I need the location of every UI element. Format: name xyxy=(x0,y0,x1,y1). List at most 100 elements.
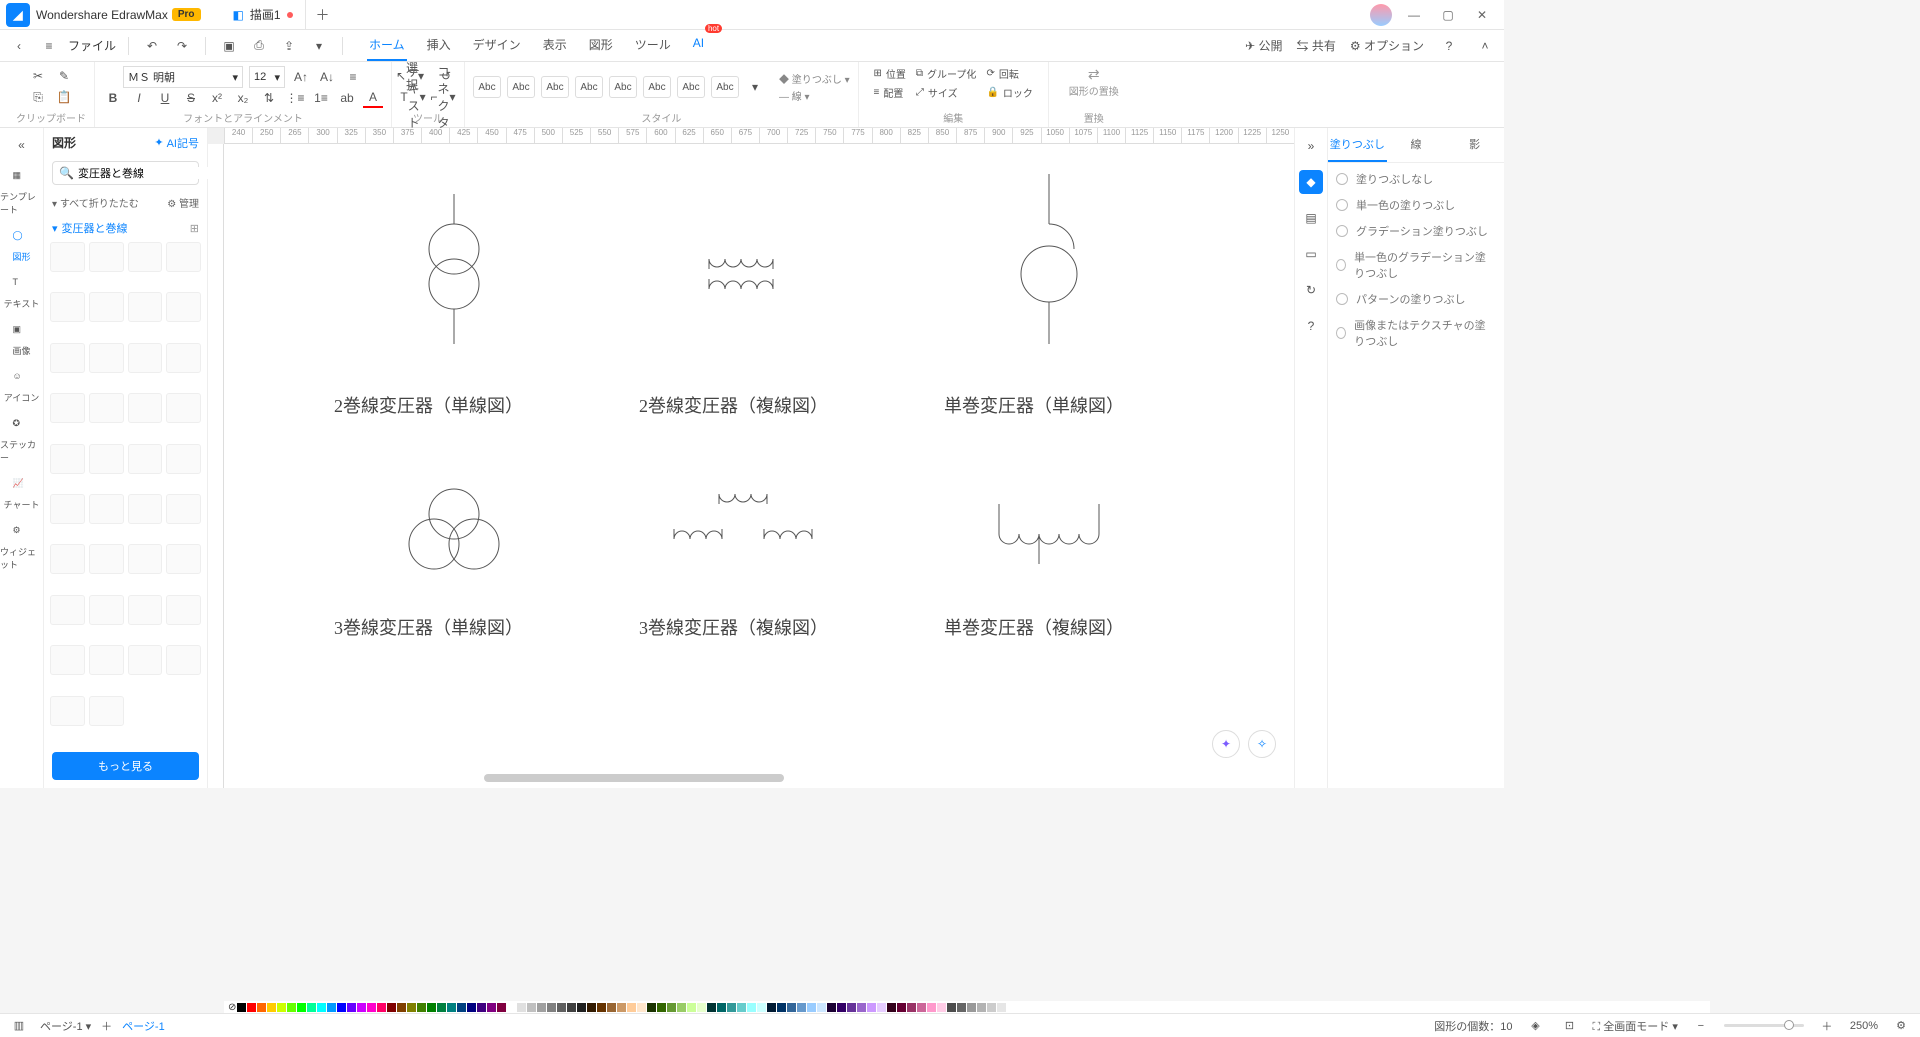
fill-opt-gradient[interactable]: グラデーション塗りつぶし xyxy=(1336,223,1496,239)
style-preset-6[interactable]: Abc xyxy=(643,76,671,98)
shape-3winding-multi[interactable] xyxy=(664,484,824,564)
shape-thumb[interactable] xyxy=(50,242,85,272)
replace-shape-button[interactable]: ⇄ 図形の置換 xyxy=(1057,66,1131,98)
fold-all-button[interactable]: ▾ すべて折りたたむ xyxy=(52,195,139,210)
font-family-select[interactable]: ＭＳ 明朝▾ xyxy=(123,66,243,88)
shape-thumb[interactable] xyxy=(128,393,163,423)
rstrip-history[interactable]: ↻ xyxy=(1299,278,1323,302)
shapes-section-header[interactable]: ▾ 変圧器と巻線⊞ xyxy=(44,216,207,240)
ai-float-button[interactable]: ✧ xyxy=(1248,730,1276,758)
maximize-button[interactable]: ▢ xyxy=(1436,3,1460,27)
shape-thumb[interactable] xyxy=(128,444,163,474)
rpanel-tab-line[interactable]: 線 xyxy=(1387,128,1446,162)
align-button2[interactable]: ≡ 配置 xyxy=(874,85,906,100)
help-button[interactable]: ? xyxy=(1438,35,1460,57)
color-swatch[interactable] xyxy=(477,1003,486,1012)
undo-button[interactable]: ↶ xyxy=(141,35,163,57)
color-swatch[interactable] xyxy=(747,1003,756,1012)
expand-right-panel[interactable]: » xyxy=(1299,134,1323,158)
shape-thumb[interactable] xyxy=(50,595,85,625)
font-size-select[interactable]: 12▾ xyxy=(249,66,285,88)
shape-thumb[interactable] xyxy=(128,242,163,272)
shape-thumb[interactable] xyxy=(166,292,201,322)
color-swatch[interactable] xyxy=(767,1003,776,1012)
minimize-button[interactable]: — xyxy=(1402,3,1426,27)
color-swatch[interactable] xyxy=(337,1003,346,1012)
menu-tab-insert[interactable]: 挿入 xyxy=(425,30,453,61)
color-swatch[interactable] xyxy=(557,1003,566,1012)
more-button[interactable]: ▾ xyxy=(308,35,330,57)
shape-thumb[interactable] xyxy=(50,292,85,322)
increase-font-button[interactable]: A↑ xyxy=(291,67,311,87)
color-swatch[interactable] xyxy=(287,1003,296,1012)
paste-button[interactable]: 📋 xyxy=(54,87,74,107)
shape-thumb[interactable] xyxy=(166,393,201,423)
canvas[interactable]: 2巻線変圧器（単線図） 2巻線変圧器（複線図） 単巻変圧器（単線図） 3巻線変圧… xyxy=(224,144,1294,788)
shape-thumb[interactable] xyxy=(166,444,201,474)
color-swatch[interactable] xyxy=(677,1003,686,1012)
rstrip-page[interactable]: ▤ xyxy=(1299,206,1323,230)
color-swatch[interactable] xyxy=(907,1003,916,1012)
color-swatch[interactable] xyxy=(787,1003,796,1012)
format-painter-button[interactable]: ✎ xyxy=(54,66,74,86)
color-swatch[interactable] xyxy=(987,1003,996,1012)
bullets-button[interactable]: ⋮≡ xyxy=(285,88,305,108)
ai-symbol-button[interactable]: ✦ AI記号 xyxy=(154,135,199,151)
layers-button[interactable]: ◈ xyxy=(1525,1015,1547,1037)
magic-button[interactable]: ✦ xyxy=(1212,730,1240,758)
page-selector[interactable]: ページ-1 ▾ xyxy=(40,1018,91,1034)
color-swatch[interactable] xyxy=(657,1003,666,1012)
menu-tab-tool[interactable]: ツール xyxy=(633,30,673,61)
color-swatch[interactable] xyxy=(997,1003,1006,1012)
color-swatch[interactable] xyxy=(527,1003,536,1012)
menu-tab-view[interactable]: 表示 xyxy=(541,30,569,61)
user-avatar[interactable] xyxy=(1370,4,1392,26)
color-swatch[interactable] xyxy=(237,1003,246,1012)
color-swatch[interactable] xyxy=(637,1003,646,1012)
style-preset-3[interactable]: Abc xyxy=(541,76,569,98)
color-swatch[interactable] xyxy=(807,1003,816,1012)
color-swatch[interactable] xyxy=(717,1003,726,1012)
lock-button[interactable]: 🔒 ロック xyxy=(986,85,1032,100)
redo-button[interactable]: ↷ xyxy=(171,35,193,57)
position-button[interactable]: ⊞ 位置 xyxy=(874,66,906,81)
vstrip-icon[interactable]: ☺アイコン xyxy=(0,365,43,410)
color-swatch[interactable] xyxy=(397,1003,406,1012)
color-swatch[interactable] xyxy=(457,1003,466,1012)
shape-thumb[interactable] xyxy=(89,544,124,574)
color-swatch[interactable] xyxy=(517,1003,526,1012)
cut-button[interactable]: ✂ xyxy=(28,66,48,86)
shape-auto-multi[interactable] xyxy=(984,494,1114,584)
color-swatch[interactable] xyxy=(267,1003,276,1012)
color-swatch[interactable] xyxy=(817,1003,826,1012)
export-button[interactable]: ⇪ xyxy=(278,35,300,57)
color-swatch[interactable] xyxy=(577,1003,586,1012)
color-none-icon[interactable]: ⊘ xyxy=(228,1002,236,1013)
fill-opt-image[interactable]: 画像またはテクスチャの塗りつぶし xyxy=(1336,317,1496,349)
color-swatch[interactable] xyxy=(497,1003,506,1012)
zoom-slider[interactable] xyxy=(1724,1024,1804,1027)
color-swatch[interactable] xyxy=(587,1003,596,1012)
color-swatch[interactable] xyxy=(297,1003,306,1012)
line-dropdown[interactable]: ― 線 ▾ xyxy=(779,88,850,103)
style-preset-2[interactable]: Abc xyxy=(507,76,535,98)
vstrip-widget[interactable]: ⚙ウィジェット xyxy=(0,519,43,577)
case-button[interactable]: ab xyxy=(337,88,357,108)
shape-thumb[interactable] xyxy=(89,595,124,625)
color-swatch[interactable] xyxy=(597,1003,606,1012)
fit-button[interactable]: ⊡ xyxy=(1559,1015,1581,1037)
add-page-button[interactable]: ＋ xyxy=(101,1018,112,1034)
vstrip-chart[interactable]: 📈チャート xyxy=(0,472,43,517)
rpanel-tab-shadow[interactable]: 影 xyxy=(1445,128,1504,162)
new-tab-button[interactable]: ＋ xyxy=(316,5,330,25)
color-swatch[interactable] xyxy=(277,1003,286,1012)
color-swatch[interactable] xyxy=(937,1003,946,1012)
color-swatch[interactable] xyxy=(447,1003,456,1012)
color-swatch[interactable] xyxy=(917,1003,926,1012)
color-swatch[interactable] xyxy=(607,1003,616,1012)
fill-dropdown[interactable]: ◆ 塗りつぶし ▾ xyxy=(779,71,850,86)
style-more-button[interactable]: ▾ xyxy=(745,77,765,97)
color-swatch[interactable] xyxy=(867,1003,876,1012)
decrease-font-button[interactable]: A↓ xyxy=(317,67,337,87)
shape-thumb[interactable] xyxy=(166,544,201,574)
